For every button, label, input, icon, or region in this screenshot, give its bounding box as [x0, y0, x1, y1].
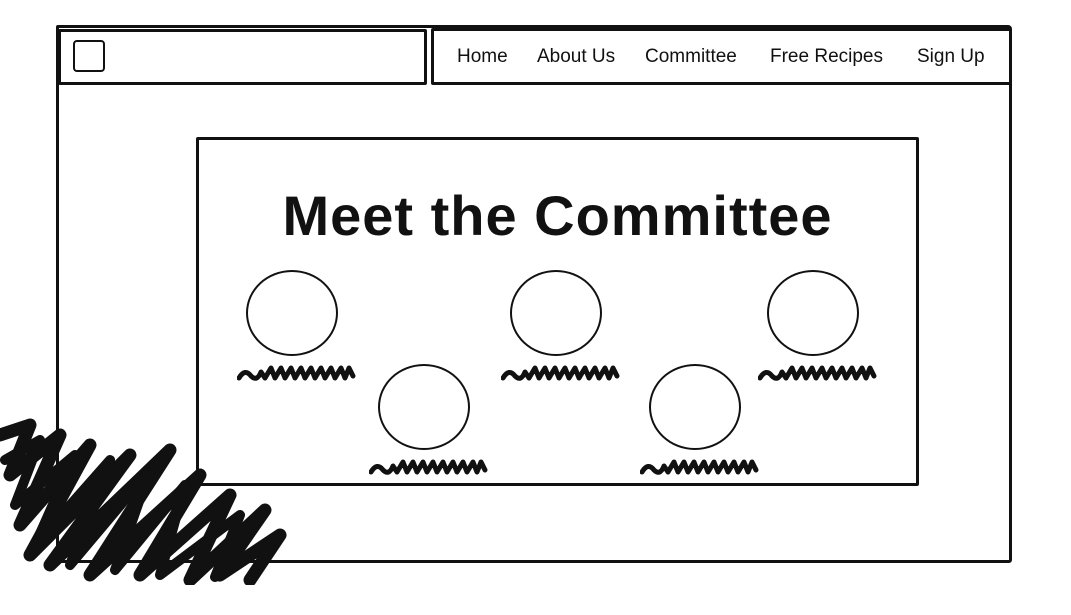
committee-member-card[interactable]	[237, 270, 357, 390]
name-placeholder-squiggle	[758, 365, 877, 381]
nav-item-sign-up[interactable]: Sign Up	[917, 46, 985, 68]
nav-item-free-recipes[interactable]: Free Recipes	[770, 46, 883, 68]
scribble-decoration	[0, 418, 287, 585]
committee-member-card[interactable]	[369, 364, 489, 484]
person-placeholder-icon	[246, 270, 338, 356]
page-title: Meet the Committee	[282, 184, 833, 247]
person-placeholder-icon	[767, 270, 859, 356]
name-placeholder-squiggle	[501, 365, 620, 381]
name-placeholder-squiggle	[640, 459, 759, 475]
committee-member-card[interactable]	[640, 364, 760, 484]
name-placeholder-squiggle	[369, 459, 488, 475]
committee-member-card[interactable]	[758, 270, 878, 390]
nav-item-home[interactable]: Home	[457, 46, 508, 68]
committee-section: Meet the Committee	[196, 137, 919, 486]
nav-item-about-us[interactable]: About Us	[537, 46, 615, 68]
header-logo-area	[58, 29, 427, 85]
main-navigation: Home About Us Committee Free Recipes Sig…	[431, 28, 1012, 85]
name-placeholder-squiggle	[237, 365, 356, 381]
person-placeholder-icon	[378, 364, 470, 450]
person-placeholder-icon	[649, 364, 741, 450]
logo-placeholder-icon[interactable]	[73, 40, 105, 72]
nav-item-committee[interactable]: Committee	[645, 46, 737, 68]
person-placeholder-icon	[510, 270, 602, 356]
committee-member-card[interactable]	[501, 270, 621, 390]
